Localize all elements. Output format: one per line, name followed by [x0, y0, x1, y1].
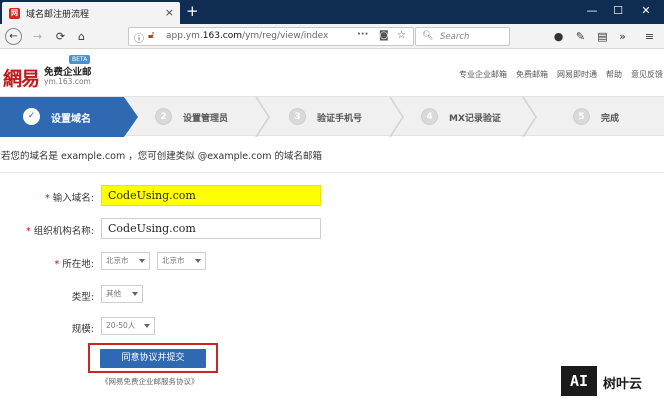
logo-subtitle: 免费企业邮: [44, 67, 92, 78]
beta-badge: BETA: [69, 55, 91, 64]
submit-highlight-box: 同意协议并提交: [88, 343, 218, 373]
step-label: MX记录验证: [449, 114, 501, 124]
step-number: 2: [155, 108, 172, 125]
progress-steps: ✓ 设置域名 2 设置管理员 3 验证手机号 4 MX记录验证 5 完成: [0, 96, 664, 137]
tab-close-icon[interactable]: ×: [165, 6, 174, 19]
chevron-down-icon: [195, 259, 201, 263]
step-label: 设置域名: [51, 114, 91, 125]
browser-titlebar: 网 域名邮注册流程 × + — ☐ ✕: [0, 0, 664, 24]
type-label: 类型:: [71, 292, 94, 303]
link-free-mail[interactable]: 免费邮箱: [516, 70, 548, 79]
domain-input[interactable]: CodeUsing.com: [101, 185, 321, 206]
logo-domain: ym.163.com: [44, 77, 91, 86]
chevron-down-icon: [139, 259, 145, 263]
watermark-logo: AI: [561, 366, 597, 396]
minimize-button[interactable]: —: [582, 3, 602, 19]
forward-icon[interactable]: →: [29, 28, 46, 45]
divider: [0, 172, 664, 173]
favicon-icon: 网: [9, 8, 20, 19]
overflow-icon[interactable]: »: [614, 28, 631, 45]
org-label: * 组织机构名称:: [26, 226, 94, 237]
tools-icon[interactable]: ✎: [572, 28, 589, 45]
org-input[interactable]: CodeUsing.com: [101, 218, 321, 239]
maximize-button[interactable]: ☐: [608, 3, 628, 19]
menu-icon[interactable]: ≡: [641, 28, 658, 45]
search-placeholder: Search: [440, 32, 470, 42]
bookmark-star-icon[interactable]: ☆: [397, 30, 406, 41]
link-feedback[interactable]: 意见反馈: [631, 70, 663, 79]
chevron-down-icon: [132, 292, 138, 296]
browser-navbar: ← → ⟳ ⌂ ⓘ 🔓︎ app.ym.163.com/ym/reg/view/…: [0, 24, 664, 49]
scale-select[interactable]: 20-50人: [101, 317, 155, 335]
reader-icon[interactable]: ▤: [594, 28, 611, 45]
chevron-down-icon: [144, 324, 150, 328]
back-icon[interactable]: ←: [5, 28, 22, 45]
top-links: 专业企业邮箱 免费邮箱 网易即时通 帮助 意见反馈: [450, 69, 663, 80]
city-select[interactable]: 北京市: [157, 252, 206, 270]
step-label: 完成: [601, 114, 620, 124]
required-mark: *: [54, 259, 60, 270]
info-icon[interactable]: ⓘ: [134, 30, 144, 45]
province-select[interactable]: 北京市: [101, 252, 150, 270]
site-header: 網易 BETA 免费企业邮 ym.163.com 专业企业邮箱 免费邮箱 网易即时通…: [0, 49, 664, 91]
agreement-link[interactable]: 《网易免费企业邮服务协议》: [101, 376, 199, 387]
search-bar[interactable]: 🔍︎ Search: [415, 27, 510, 46]
pocket-icon[interactable]: ◙: [379, 30, 389, 41]
step-number: 3: [289, 108, 306, 125]
agree-submit-button[interactable]: 同意协议并提交: [100, 349, 206, 368]
step-chevron: [522, 97, 537, 137]
type-select[interactable]: 其他: [101, 285, 143, 303]
step-number: 4: [421, 108, 438, 125]
browser-tab[interactable]: 网 域名邮注册流程 ×: [2, 2, 180, 24]
step-number: 5: [573, 108, 590, 125]
step-chevron: [389, 97, 404, 137]
domain-label: * 输入域名:: [45, 193, 94, 204]
tab-title: 域名邮注册流程: [26, 10, 90, 20]
reload-icon[interactable]: ⟳: [52, 28, 69, 45]
page-actions-icon[interactable]: ···: [357, 29, 368, 40]
step-label: 设置管理员: [183, 114, 229, 124]
link-im[interactable]: 网易即时通: [557, 70, 597, 79]
extension-icon[interactable]: ●: [550, 28, 567, 45]
check-icon: ✓: [23, 108, 40, 125]
location-label: * 所在地:: [54, 259, 94, 270]
intro-text: 若您的域名是 example.com ，您可创建类似 @example.com …: [1, 151, 322, 162]
url-bar[interactable]: ⓘ 🔓︎ app.ym.163.com/ym/reg/view/index ··…: [128, 27, 414, 46]
link-pro-mail[interactable]: 专业企业邮箱: [459, 70, 507, 79]
required-mark: *: [26, 226, 31, 237]
new-tab-button[interactable]: +: [186, 2, 199, 20]
search-icon: 🔍︎: [422, 31, 434, 41]
step-chevron: [255, 97, 270, 137]
close-window-button[interactable]: ✕: [636, 3, 656, 19]
required-mark: *: [45, 193, 50, 204]
scale-label: 规模:: [71, 324, 94, 335]
url-text[interactable]: app.ym.163.com/ym/reg/view/index: [166, 31, 328, 41]
insecure-lock-icon[interactable]: 🔓︎: [148, 30, 154, 41]
watermark-text: 树叶云: [603, 377, 643, 392]
watermark: AI 树叶云: [561, 366, 661, 398]
netease-logo[interactable]: 網易: [3, 64, 40, 91]
step-label: 验证手机号: [317, 114, 363, 124]
home-icon[interactable]: ⌂: [73, 28, 90, 45]
link-help[interactable]: 帮助: [606, 70, 622, 79]
